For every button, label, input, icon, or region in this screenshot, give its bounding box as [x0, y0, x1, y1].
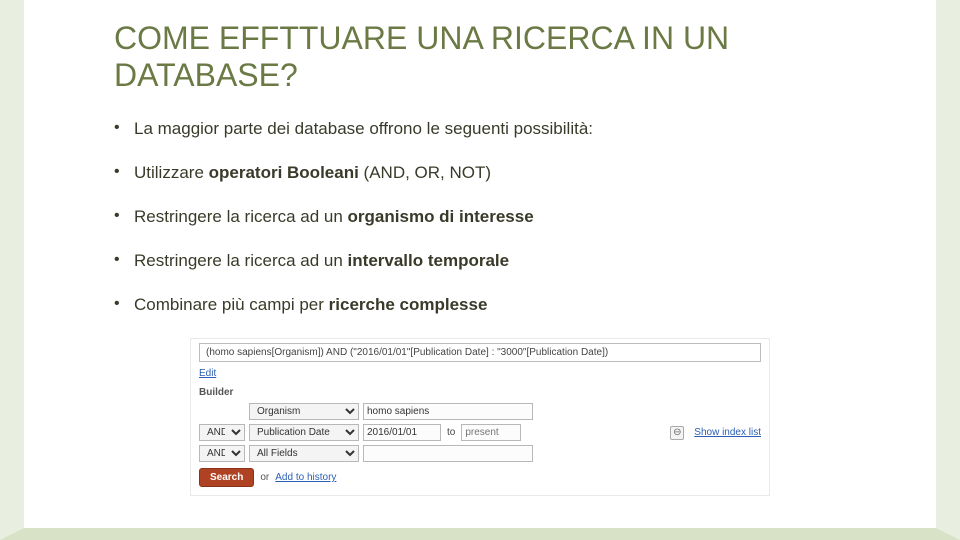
bullet-3-bold: organismo di interesse — [348, 207, 534, 226]
field-select-3[interactable]: All Fields — [249, 445, 359, 462]
bullet-3: Restringere la ricerca ad un organismo d… — [114, 206, 846, 228]
bullet-1: La maggior parte dei database offrono le… — [114, 118, 846, 140]
date-from-input[interactable] — [363, 424, 441, 441]
term-input-1[interactable] — [363, 403, 533, 420]
builder-row-1: Organism — [199, 403, 761, 420]
to-label: to — [445, 427, 457, 438]
builder-label: Builder — [199, 387, 761, 398]
operator-select-2[interactable]: AND — [199, 424, 245, 441]
bullet-2: Utilizzare operatori Booleani (AND, OR, … — [114, 162, 846, 184]
builder-row-2: AND Publication Date to ⊖ Show index lis… — [199, 424, 761, 441]
remove-row-icon[interactable]: ⊖ — [670, 426, 684, 440]
query-box[interactable]: (homo sapiens[Organism]) AND ("2016/01/0… — [199, 343, 761, 362]
search-button[interactable]: Search — [199, 468, 254, 487]
slide-content: COME EFFTTUARE UNA RICERCA IN UN DATABAS… — [24, 0, 936, 496]
term-input-3[interactable] — [363, 445, 533, 462]
bullet-5: Combinare più campi per ricerche comples… — [114, 294, 846, 316]
field-select-2[interactable]: Publication Date — [249, 424, 359, 441]
bullet-4-bold: intervallo temporale — [348, 251, 510, 270]
edit-link[interactable]: Edit — [199, 368, 216, 379]
field-select-1[interactable]: Organism — [249, 403, 359, 420]
bullet-4-a: Restringere la ricerca ad un — [134, 251, 348, 270]
bullet-2-a: Utilizzare — [134, 163, 209, 182]
add-to-history-link[interactable]: Add to history — [275, 472, 336, 483]
slide-title: COME EFFTTUARE UNA RICERCA IN UN DATABAS… — [114, 20, 846, 94]
bullet-2-c: (AND, OR, NOT) — [359, 163, 491, 182]
bullet-3-a: Restringere la ricerca ad un — [134, 207, 348, 226]
bullet-4: Restringere la ricerca ad un intervallo … — [114, 250, 846, 272]
builder-row-3: AND All Fields — [199, 445, 761, 462]
bullet-5-bold: ricerche complesse — [329, 295, 488, 314]
operator-select-3[interactable]: AND — [199, 445, 245, 462]
bullet-list: La maggior parte dei database offrono le… — [114, 118, 846, 316]
date-to-input[interactable] — [461, 424, 521, 441]
bullet-1-text: La maggior parte dei database offrono le… — [134, 119, 593, 138]
or-text: or — [260, 472, 269, 483]
bullet-5-a: Combinare più campi per — [134, 295, 329, 314]
search-row: Search or Add to history — [199, 468, 761, 487]
bullet-2-bold: operatori Booleani — [209, 163, 359, 182]
show-index-link[interactable]: Show index list — [694, 427, 761, 438]
search-builder-screenshot: (homo sapiens[Organism]) AND ("2016/01/0… — [190, 338, 770, 496]
slide: COME EFFTTUARE UNA RICERCA IN UN DATABAS… — [0, 0, 960, 540]
